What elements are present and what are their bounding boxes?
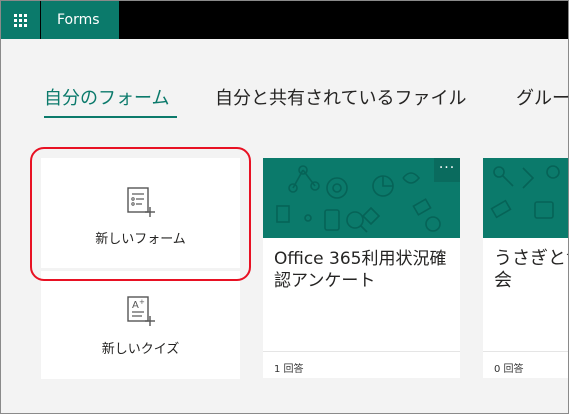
banner-pattern-icon bbox=[490, 165, 560, 219]
form-title: うさぎと食事会 bbox=[494, 248, 568, 291]
app-title[interactable]: Forms bbox=[41, 1, 119, 39]
waffle-icon bbox=[14, 13, 27, 27]
svg-text:+: + bbox=[139, 298, 145, 306]
form-card[interactable]: ··· Office 365利用状況確認アンケート 1 回答 bbox=[263, 158, 460, 378]
card-divider bbox=[263, 351, 460, 352]
response-count: 1 回答 bbox=[274, 364, 304, 375]
active-tab-indicator bbox=[44, 116, 177, 118]
tab-groups[interactable]: グルー bbox=[516, 84, 569, 110]
banner-pattern-icon bbox=[276, 165, 441, 233]
form-title: Office 365利用状況確認アンケート bbox=[274, 249, 447, 291]
tab-my-forms[interactable]: 自分のフォーム bbox=[44, 84, 169, 110]
highlight-annotation bbox=[30, 147, 251, 281]
form-card-banner bbox=[263, 158, 460, 238]
new-quiz-label: 新しいクイズ bbox=[101, 342, 180, 357]
tab-shared-with-me[interactable]: 自分と共有されているファイル bbox=[215, 84, 466, 110]
new-quiz-card[interactable]: A + 新しいクイズ bbox=[41, 271, 240, 379]
more-options-button[interactable]: ··· bbox=[434, 158, 460, 182]
app-launcher-button[interactable] bbox=[1, 1, 40, 39]
top-bar: Forms bbox=[1, 1, 568, 39]
form-card-banner bbox=[483, 158, 568, 238]
response-count: 0 回答 bbox=[494, 364, 524, 375]
card-divider bbox=[483, 351, 568, 352]
new-quiz-icon: A + bbox=[126, 296, 155, 326]
form-card[interactable]: うさぎと食事会 0 回答 bbox=[483, 158, 568, 378]
svg-text:A: A bbox=[132, 300, 139, 311]
